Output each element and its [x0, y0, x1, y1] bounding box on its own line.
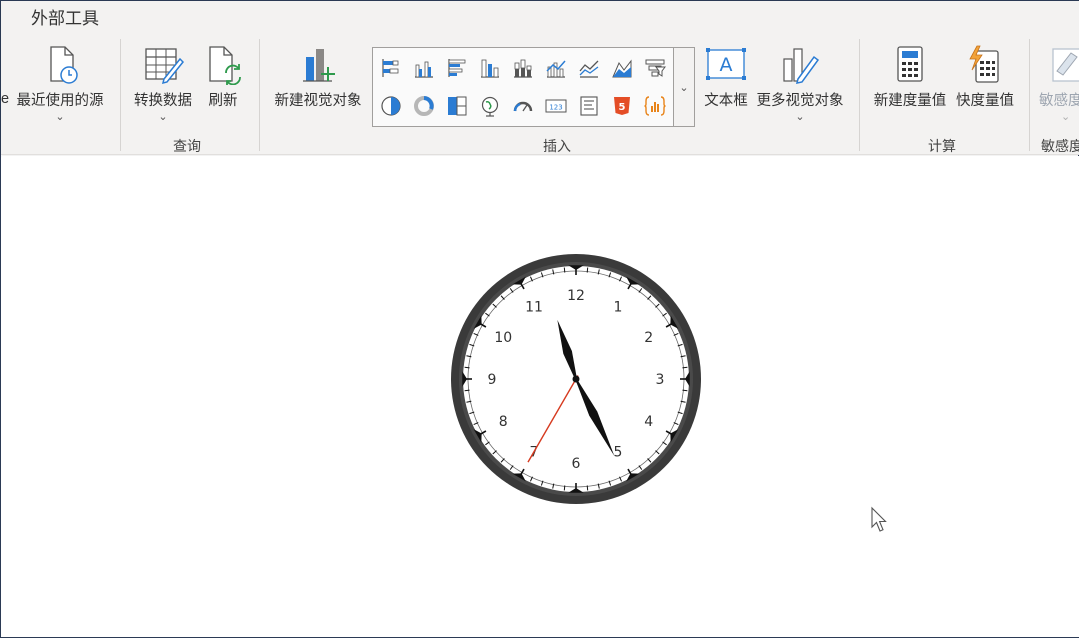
clock-tick: [563, 485, 566, 491]
clock-numeral: 8: [499, 414, 508, 430]
more-visuals-label: 更多视觉对象: [756, 93, 844, 109]
new-visual-icon: [303, 49, 335, 82]
group-label-insert: 插入: [543, 138, 571, 154]
visualizations-gallery: 123 5 ⌄: [372, 47, 695, 127]
recent-sources-label: 最近使用的源: [16, 93, 104, 109]
recent-sources-icon: [50, 46, 78, 84]
pie-chart-icon[interactable]: [380, 95, 402, 117]
sensitivity-button[interactable]: 敏感度 ⌄: [1039, 45, 1079, 123]
transform-data-icon: [145, 48, 184, 85]
more-visuals-button[interactable]: 更多视觉对象 ⌄: [753, 45, 847, 123]
group-separator: [120, 39, 121, 151]
gauge-icon[interactable]: [512, 95, 534, 117]
svg-text:A: A: [720, 54, 733, 76]
svg-text:123: 123: [549, 104, 562, 112]
group-separator: [259, 39, 260, 151]
funnel-icon[interactable]: [644, 57, 666, 79]
chevron-down-icon[interactable]: ⌄: [1039, 112, 1079, 123]
column-icon[interactable]: [479, 57, 501, 79]
svg-text:5: 5: [619, 102, 626, 113]
group-separator: [859, 39, 860, 151]
area-chart-icon[interactable]: [611, 57, 633, 79]
clock-tick: [464, 389, 470, 392]
treemap-icon[interactable]: [446, 95, 468, 117]
group-separator: [1029, 39, 1030, 151]
clock-numeral: 5: [614, 445, 623, 461]
clock-tick: [464, 366, 470, 369]
textbox-button[interactable]: A 文本框: [701, 45, 751, 110]
clustered-column-icon[interactable]: [413, 57, 435, 79]
refresh-icon: [209, 46, 241, 85]
new-visual-button[interactable]: 新建视觉对象: [269, 45, 367, 110]
mouse-cursor-icon: [871, 506, 887, 532]
refresh-label: 刷新: [208, 93, 238, 109]
chevron-down-icon[interactable]: ⌄: [753, 112, 847, 123]
card-icon[interactable]: 123: [545, 95, 567, 117]
line-chart-icon[interactable]: [578, 57, 600, 79]
line-column-icon[interactable]: [545, 57, 567, 79]
clock-center-pin: [572, 375, 580, 383]
transform-data-button[interactable]: 转换数据 ⌄: [129, 45, 197, 123]
clock-numeral: 6: [572, 456, 581, 472]
ribbon-tab-title[interactable]: 外部工具: [31, 4, 99, 29]
truncated-button-label[interactable]: e: [1, 91, 9, 107]
clock-tick: [586, 267, 589, 273]
quick-measure-button[interactable]: 快度量值: [953, 45, 1017, 110]
clock-tick: [682, 366, 688, 369]
sensitivity-icon: [1052, 48, 1079, 82]
clock-numeral: 4: [644, 414, 653, 430]
group-label-calculations: 计算: [928, 138, 956, 154]
chevron-down-icon[interactable]: ⌄: [129, 112, 197, 123]
quick-measure-icon: [969, 45, 999, 83]
new-measure-button[interactable]: 新建度量值: [869, 45, 951, 110]
chevron-down-icon: ⌄: [679, 81, 689, 94]
stacked-bar-icon[interactable]: [380, 57, 402, 79]
group-label-sensitivity: 敏感度: [1041, 138, 1079, 154]
clock-numeral: 12: [567, 288, 585, 304]
stacked-column-icon[interactable]: [512, 57, 534, 79]
clock-numeral: 2: [644, 330, 653, 346]
ribbon: 外部工具 e 最近使用的源 ⌄ 转换数据 ⌄ 刷新 查询 新建视觉对象 123 …: [1, 1, 1079, 155]
analog-clock-visual[interactable]: 12 1 2 3 4 5 6 7 8 9 10 11: [449, 252, 703, 506]
new-visual-label: 新建视觉对象: [274, 93, 362, 109]
chevron-down-icon[interactable]: ⌄: [14, 112, 106, 123]
clock-numeral: 9: [488, 372, 497, 388]
gallery-more-button[interactable]: ⌄: [673, 48, 694, 126]
quick-measure-label: 快度量值: [956, 93, 1014, 109]
transform-data-label: 转换数据: [134, 93, 192, 109]
clock-tick: [682, 389, 688, 392]
html5-icon[interactable]: 5: [611, 95, 633, 117]
sensitivity-label: 敏感度: [1039, 93, 1079, 109]
clustered-bar-icon[interactable]: [446, 57, 468, 79]
new-measure-label: 新建度量值: [873, 93, 947, 109]
refresh-button[interactable]: 刷新: [203, 45, 243, 110]
clock-numeral: 11: [525, 299, 543, 315]
recent-sources-button[interactable]: 最近使用的源 ⌄: [14, 45, 106, 123]
custom-visual-icon[interactable]: [644, 95, 666, 117]
map-icon[interactable]: [479, 95, 501, 117]
donut-chart-icon[interactable]: [413, 95, 435, 117]
clock-tick: [586, 485, 589, 491]
calculator-icon: [897, 46, 923, 82]
table-icon[interactable]: [578, 95, 600, 117]
clock-numeral: 3: [656, 372, 665, 388]
clock-numeral: 10: [494, 330, 512, 346]
textbox-label: 文本框: [704, 93, 748, 109]
textbox-icon: A: [706, 48, 746, 80]
clock-tick: [563, 267, 566, 273]
group-label-query: 查询: [173, 138, 201, 154]
more-visuals-icon: [783, 48, 820, 84]
clock-numeral: 1: [614, 299, 623, 315]
